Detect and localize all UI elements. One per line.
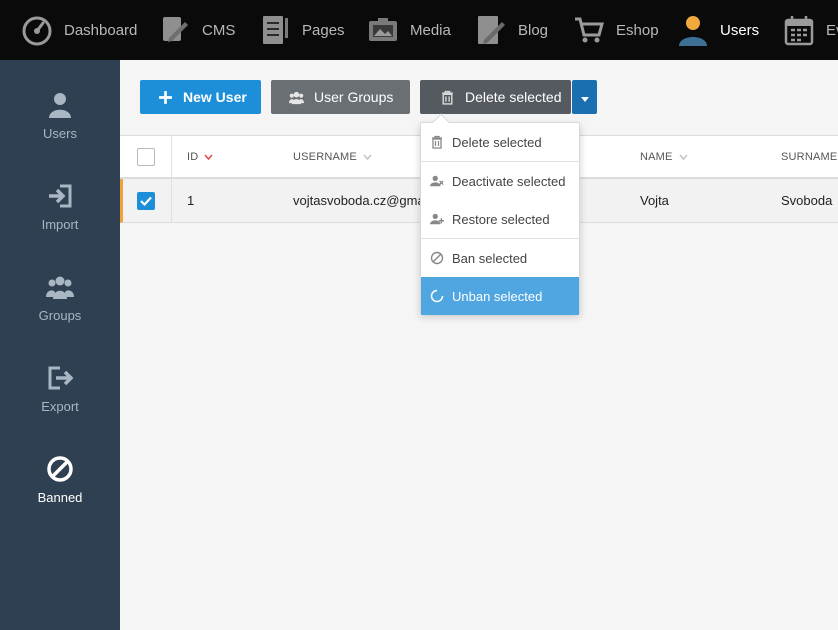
menu-item-label: Delete selected xyxy=(452,134,542,150)
cms-icon xyxy=(158,13,192,47)
row-checkbox[interactable] xyxy=(137,191,155,210)
column-divider xyxy=(171,135,172,223)
caret-down-icon xyxy=(580,89,589,105)
ban-icon xyxy=(430,251,444,265)
nav-label: Pages xyxy=(302,21,345,39)
sidebar-item-banned[interactable]: Banned xyxy=(0,454,120,534)
user-icon xyxy=(676,13,710,47)
nav-label: Users xyxy=(720,21,760,39)
sidebar-item-groups[interactable]: Groups xyxy=(0,272,120,352)
new-user-button[interactable]: New User xyxy=(140,80,261,114)
trash-icon xyxy=(440,90,455,105)
nav-label: Blog xyxy=(518,21,549,39)
column-header-label: USERNAME xyxy=(293,151,357,163)
nav-label: Eshop xyxy=(616,21,659,39)
export-icon xyxy=(45,363,75,393)
new-user-label: New User xyxy=(183,89,247,105)
column-header-label: ID xyxy=(187,151,199,163)
groups-icon xyxy=(289,90,304,105)
delete-dropdown-toggle[interactable] xyxy=(572,80,597,114)
sort-desc-icon xyxy=(204,152,213,163)
nav-label: Media xyxy=(410,21,451,39)
sidebar-item-label: Banned xyxy=(37,490,83,505)
user-groups-label: User Groups xyxy=(314,89,394,105)
sidebar-item-import[interactable]: Import xyxy=(0,181,120,261)
nav-item-eshop[interactable]: Eshop xyxy=(572,0,659,60)
blog-icon xyxy=(474,13,508,47)
menu-item-label: Unban selected xyxy=(452,288,543,304)
user-times-icon xyxy=(430,174,444,188)
nav-item-users[interactable]: Users xyxy=(676,0,759,60)
nav-item-cms[interactable]: CMS xyxy=(158,0,235,60)
column-header-id[interactable]: ID xyxy=(187,136,213,178)
column-header-name[interactable]: NAME xyxy=(640,136,688,178)
user-plus-icon xyxy=(430,212,444,226)
groups-icon xyxy=(45,272,75,302)
nav-item-media[interactable]: Media xyxy=(366,0,451,60)
menu-item-restore[interactable]: Restore selected xyxy=(421,200,579,238)
menu-item-delete[interactable]: Delete selected xyxy=(421,123,579,161)
sidebar-item-export[interactable]: Export xyxy=(0,363,120,443)
gauge-icon xyxy=(20,13,54,47)
user-groups-button[interactable]: User Groups xyxy=(271,80,410,114)
menu-item-ban[interactable]: Ban selected xyxy=(421,239,579,277)
select-all-cell xyxy=(137,136,155,178)
select-all-checkbox[interactable] xyxy=(137,148,155,166)
menu-item-label: Restore selected xyxy=(452,211,550,227)
nav-label: Ev xyxy=(826,21,838,39)
ban-icon xyxy=(45,454,75,484)
menu-item-label: Ban selected xyxy=(452,250,528,266)
sidebar-item-label: Import xyxy=(41,217,79,232)
menu-item-unban[interactable]: Unban selected xyxy=(421,277,579,315)
delete-selected-button[interactable]: Delete selected xyxy=(420,80,571,114)
column-header-label: NAME xyxy=(640,151,673,163)
sidebar-item-label: Users xyxy=(43,126,77,141)
cell-username: vojtasvoboda.cz@gma xyxy=(293,193,425,208)
pages-icon xyxy=(258,13,292,47)
sidebar-item-label: Export xyxy=(41,399,79,414)
nav-item-events[interactable]: Ev xyxy=(782,0,838,60)
nav-label: CMS xyxy=(202,21,236,39)
column-header-label: SURNAME xyxy=(781,151,838,163)
top-navigation: Dashboard CMS Pages Media Blog Eshop Use… xyxy=(0,0,838,60)
cart-icon xyxy=(572,13,606,47)
row-select-cell xyxy=(137,179,155,222)
sort-icon xyxy=(679,152,688,163)
calendar-icon xyxy=(782,13,816,47)
trash-icon xyxy=(430,135,444,149)
cell-name: Vojta xyxy=(640,193,669,208)
media-icon xyxy=(366,13,400,47)
nav-item-pages[interactable]: Pages xyxy=(258,0,345,60)
bulk-actions-dropdown: Delete selected Deactivate selected Rest… xyxy=(420,113,580,315)
nav-item-dashboard[interactable]: Dashboard xyxy=(20,0,137,60)
user-icon xyxy=(45,90,75,120)
sort-icon xyxy=(363,152,372,163)
sidebar-item-users[interactable]: Users xyxy=(0,90,120,170)
plus-icon xyxy=(158,90,173,105)
menu-item-deactivate[interactable]: Deactivate selected xyxy=(421,162,579,200)
check-icon xyxy=(140,196,152,206)
circle-notch-icon xyxy=(430,289,444,303)
delete-selected-label: Delete selected xyxy=(465,89,562,105)
sidebar-item-label: Groups xyxy=(38,308,82,323)
nav-item-blog[interactable]: Blog xyxy=(474,0,548,60)
import-icon xyxy=(45,181,75,211)
column-header-username[interactable]: USERNAME xyxy=(293,136,372,178)
sidebar: Users Import Groups Export Banned xyxy=(0,60,120,630)
menu-item-label: Deactivate selected xyxy=(452,173,566,189)
column-header-surname[interactable]: SURNAME xyxy=(781,136,837,178)
cell-surname: Svoboda xyxy=(781,193,833,208)
nav-label: Dashboard xyxy=(64,21,138,39)
cell-id: 1 xyxy=(187,193,195,208)
